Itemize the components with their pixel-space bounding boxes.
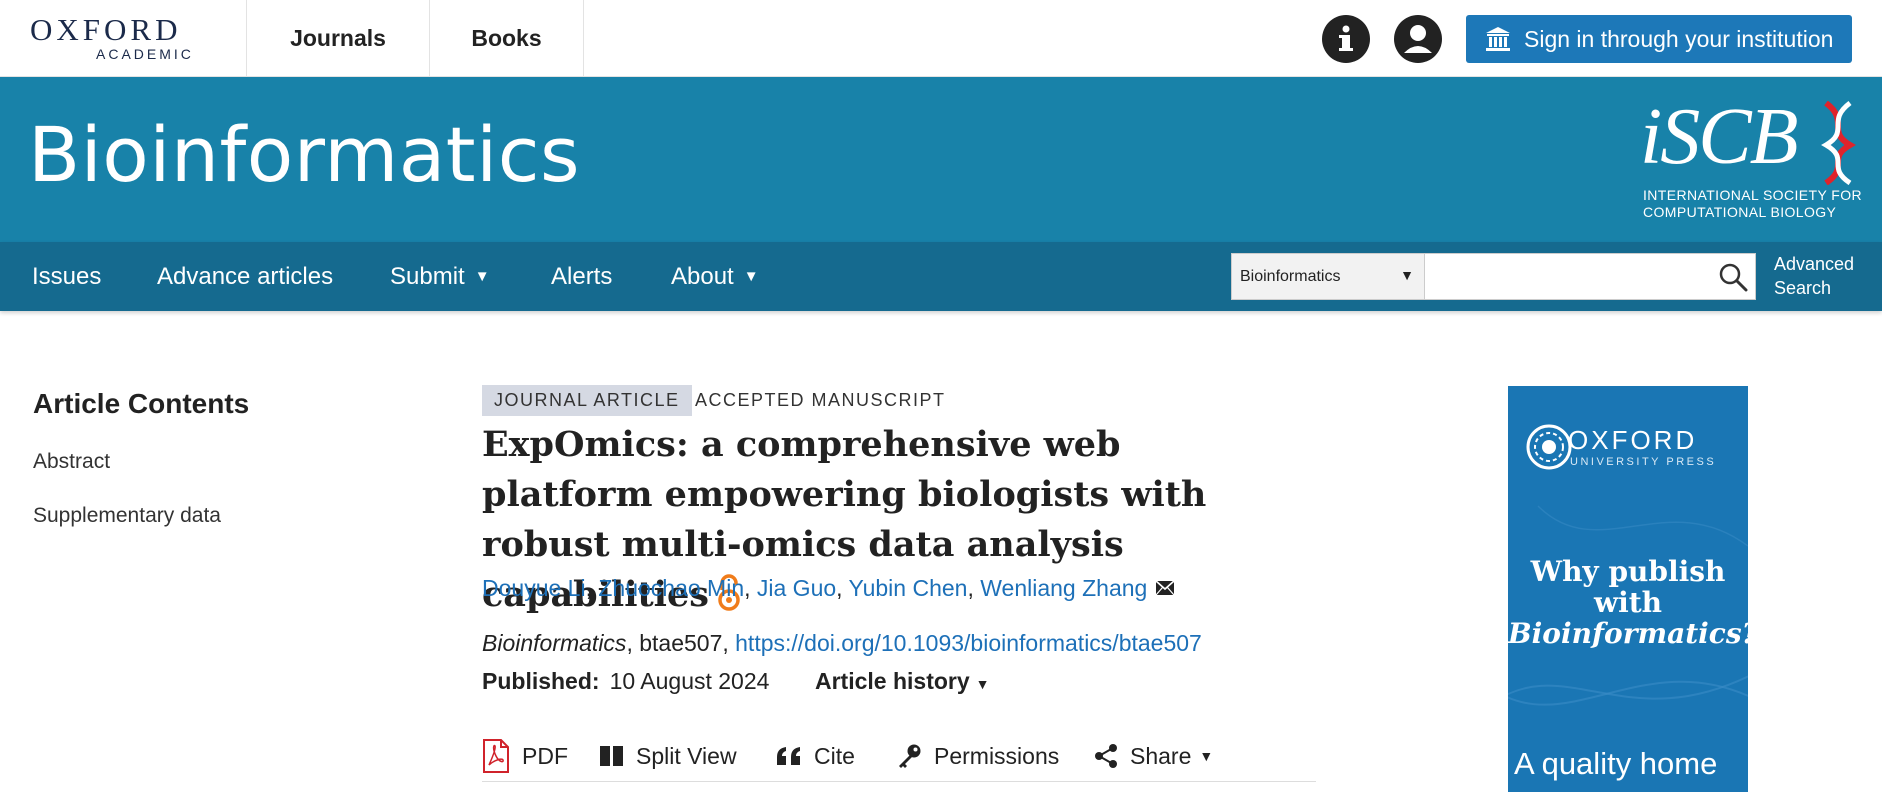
author-link[interactable]: Yubin Chen <box>849 575 968 601</box>
article-type-badge: JOURNAL ARTICLE <box>482 385 692 416</box>
search-scope-select[interactable]: Bioinformatics ▼ <box>1231 253 1425 300</box>
advanced-search-link[interactable]: Advanced Search <box>1774 252 1874 300</box>
iscb-society-name: INTERNATIONAL SOCIETY FOR COMPUTATIONAL … <box>1643 187 1862 220</box>
permissions-button[interactable]: Permissions <box>896 736 1059 776</box>
author-link[interactable]: Douyue Li <box>482 575 586 601</box>
citation-line: Bioinformatics, btae507, https://doi.org… <box>482 630 1202 657</box>
split-view-button[interactable]: Split View <box>600 736 737 776</box>
search-icon[interactable] <box>1718 262 1748 292</box>
chevron-down-icon: ▼ <box>474 268 490 285</box>
info-icon[interactable] <box>1322 15 1370 63</box>
key-icon <box>899 744 921 768</box>
citation-article-id: , btae507, <box>626 630 736 656</box>
ad-brand: OXFORD <box>1568 425 1698 455</box>
journal-banner: Bioinformatics iSCB INTERNATIONAL SOCIET… <box>0 77 1882 242</box>
article-history-toggle[interactable]: Article history ▼ <box>815 668 990 695</box>
chevron-down-icon: ▼ <box>975 676 990 692</box>
journal-title[interactable]: Bioinformatics <box>28 117 580 193</box>
logo-oxford-text: OXFORD <box>30 12 182 47</box>
chevron-down-icon: ▼ <box>1199 748 1214 764</box>
top-bar: OXFORD ACADEMIC Journals Books Sign in t… <box>0 0 1882 77</box>
article-contents-title: Article Contents <box>33 388 250 419</box>
split-view-icon <box>600 746 623 766</box>
nav-books[interactable]: Books <box>429 0 584 77</box>
chevron-down-icon: ▼ <box>743 268 759 285</box>
sign-in-label: Sign in through your institution <box>1524 25 1834 52</box>
institution-icon <box>1486 27 1510 51</box>
advertisement-banner[interactable]: OXFORD UNIVERSITY PRESS Why publish with… <box>1508 386 1748 792</box>
share-icon <box>1095 744 1117 768</box>
nav-journals[interactable]: Journals <box>246 0 429 77</box>
nav-alerts[interactable]: Alerts <box>551 242 612 311</box>
nav-advance-articles[interactable]: Advance articles <box>157 242 333 311</box>
pdf-button[interactable]: PDF <box>482 736 568 776</box>
ad-brand-sub: UNIVERSITY PRESS <box>1570 456 1717 468</box>
published-info: Published: 10 August 2024 <box>482 668 769 695</box>
oxford-academic-logo[interactable]: OXFORD ACADEMIC <box>30 14 210 64</box>
iscb-logo-text: iSCB <box>1640 93 1798 181</box>
author-link[interactable]: Zhuochao Min <box>598 575 744 601</box>
account-icon[interactable] <box>1394 15 1442 63</box>
contents-link-abstract[interactable]: Abstract <box>33 450 110 474</box>
share-button[interactable]: Share ▼ <box>1094 736 1213 776</box>
nav-about[interactable]: About ▼ <box>671 242 759 311</box>
ad-tagline: A quality home <box>1514 746 1718 781</box>
article-status-label: ACCEPTED MANUSCRIPT <box>695 390 946 410</box>
logo-academic-text: ACADEMIC <box>96 46 194 62</box>
published-label: Published: <box>482 668 600 694</box>
nav-issues[interactable]: Issues <box>32 242 101 311</box>
search-input[interactable] <box>1425 253 1756 300</box>
article-toolbar: PDF Split View Cite Permissions Share ▼ <box>482 732 1316 782</box>
quote-icon <box>777 747 800 765</box>
ad-headline: Why publish with Bioinformatics? <box>1508 555 1748 650</box>
sign-in-institution-button[interactable]: Sign in through your institution <box>1466 15 1852 63</box>
author-list: Douyue Li, Zhuochao Min, Jia Guo, Yubin … <box>482 575 1175 602</box>
dna-helix-icon <box>1821 101 1856 185</box>
author-link[interactable]: Jia Guo <box>757 575 836 601</box>
iscb-logo[interactable]: iSCB INTERNATIONAL SOCIETY FOR COMPUTATI… <box>1640 97 1870 227</box>
author-link[interactable]: Wenliang Zhang <box>980 575 1147 601</box>
cite-button[interactable]: Cite <box>776 736 855 776</box>
mail-icon[interactable] <box>1155 580 1175 596</box>
doi-link[interactable]: https://doi.org/10.1093/bioinformatics/b… <box>735 630 1202 656</box>
select-caret-icon: ▼ <box>1400 267 1414 283</box>
journal-navbar: Issues Advance articles Submit ▼ Alerts … <box>0 242 1882 311</box>
oup-logo-mark <box>1526 424 1572 470</box>
pdf-icon <box>483 739 509 773</box>
nav-submit[interactable]: Submit ▼ <box>390 242 490 311</box>
contents-link-supplementary[interactable]: Supplementary data <box>33 504 221 528</box>
published-date: 10 August 2024 <box>609 668 770 694</box>
citation-journal: Bioinformatics <box>482 630 627 656</box>
